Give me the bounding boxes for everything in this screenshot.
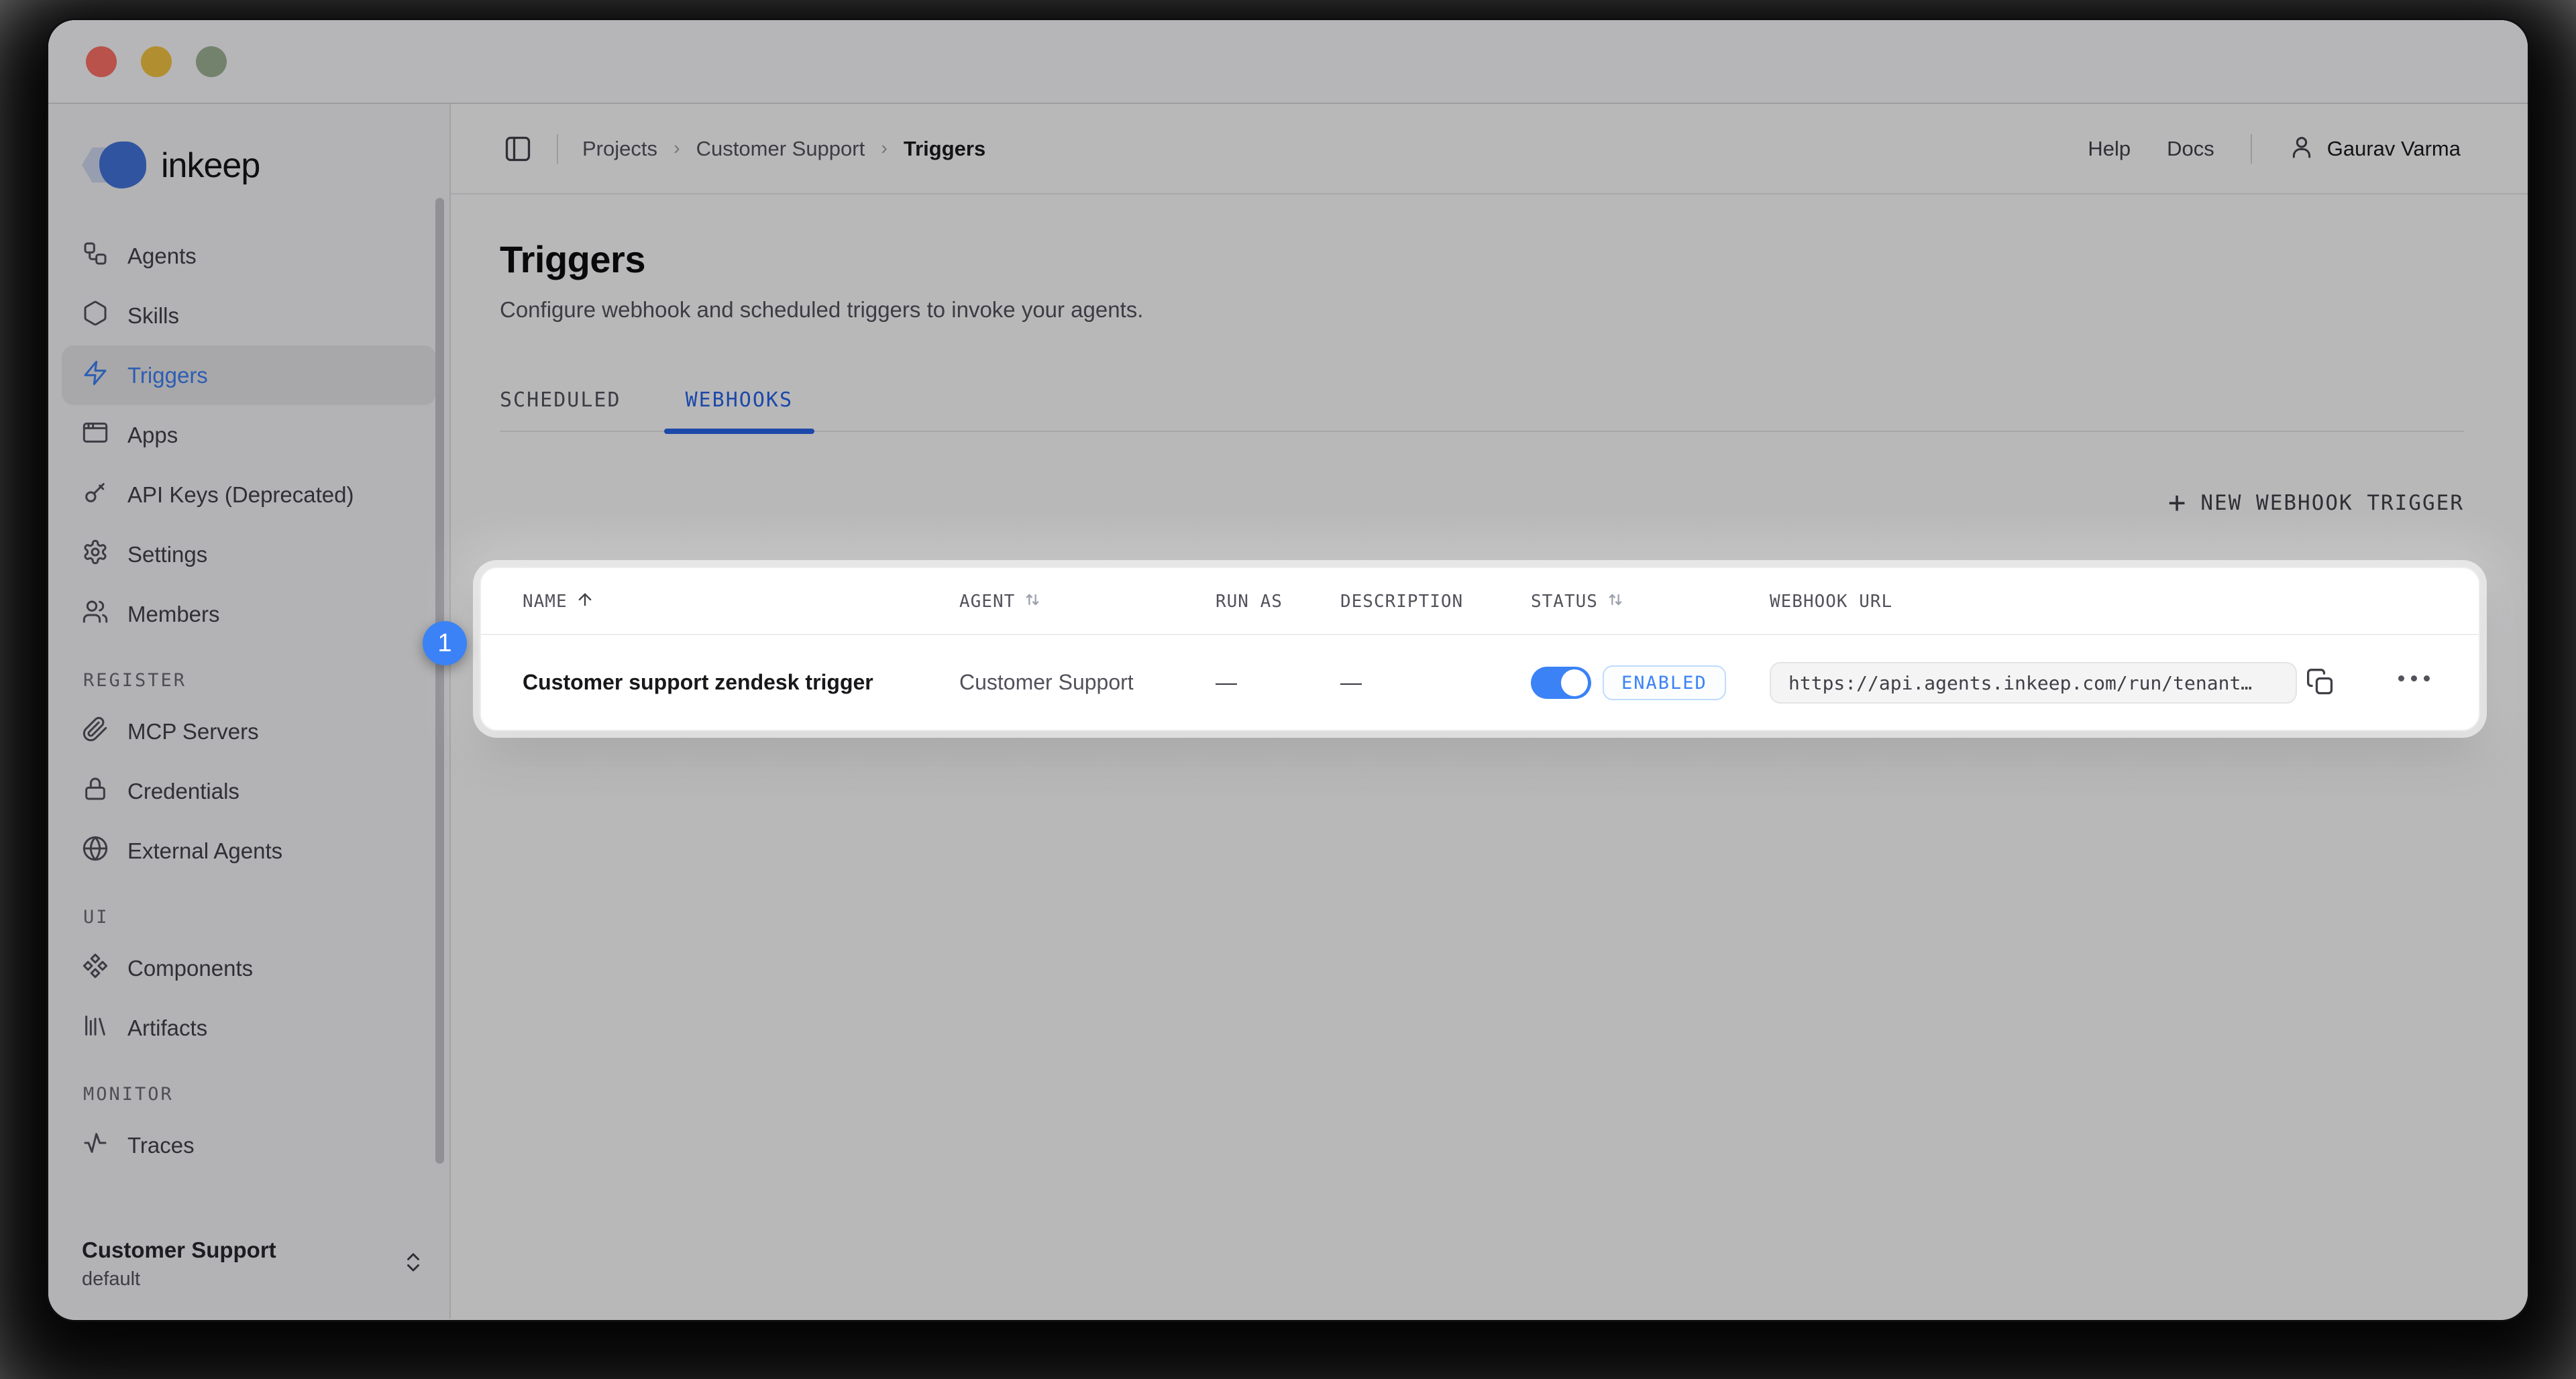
copy-icon[interactable] <box>2306 667 2338 700</box>
column-header-description: DESCRIPTION <box>1340 568 1463 635</box>
webhook-url-field[interactable]: https://api.agents.inkeep.com/run/tenant… <box>1770 662 2297 704</box>
trigger-run-as: — <box>1216 635 1237 730</box>
table-header-row: NAME AGENT RUN AS DESCRIPTION STATUS WEB… <box>481 568 2479 635</box>
sort-both-icon <box>1606 590 1625 614</box>
column-header-status[interactable]: STATUS <box>1531 568 1625 635</box>
toggle-knob <box>1561 669 1588 696</box>
sort-ascending-icon <box>576 590 594 614</box>
row-actions-menu-icon[interactable] <box>2398 675 2430 681</box>
annotation-step-badge: 1 <box>423 621 467 665</box>
webhook-triggers-table: NAME AGENT RUN AS DESCRIPTION STATUS WEB… <box>480 567 2480 731</box>
status-badge: ENABLED <box>1603 665 1726 700</box>
trigger-description: — <box>1340 635 1362 730</box>
status-toggle[interactable] <box>1531 667 1591 699</box>
trigger-agent: Customer Support <box>959 635 1134 730</box>
table-row[interactable]: Customer support zendesk trigger Custome… <box>481 635 2479 730</box>
column-header-run-as: RUN AS <box>1216 568 1283 635</box>
sort-both-icon <box>1023 590 1042 614</box>
column-header-agent[interactable]: AGENT <box>959 568 1042 635</box>
app-window: inkeep Agents Skills Triggers Apps <box>48 20 2528 1320</box>
column-header-name[interactable]: NAME <box>523 568 594 635</box>
trigger-name[interactable]: Customer support zendesk trigger <box>523 635 873 730</box>
column-header-webhook-url: WEBHOOK URL <box>1770 568 1892 635</box>
